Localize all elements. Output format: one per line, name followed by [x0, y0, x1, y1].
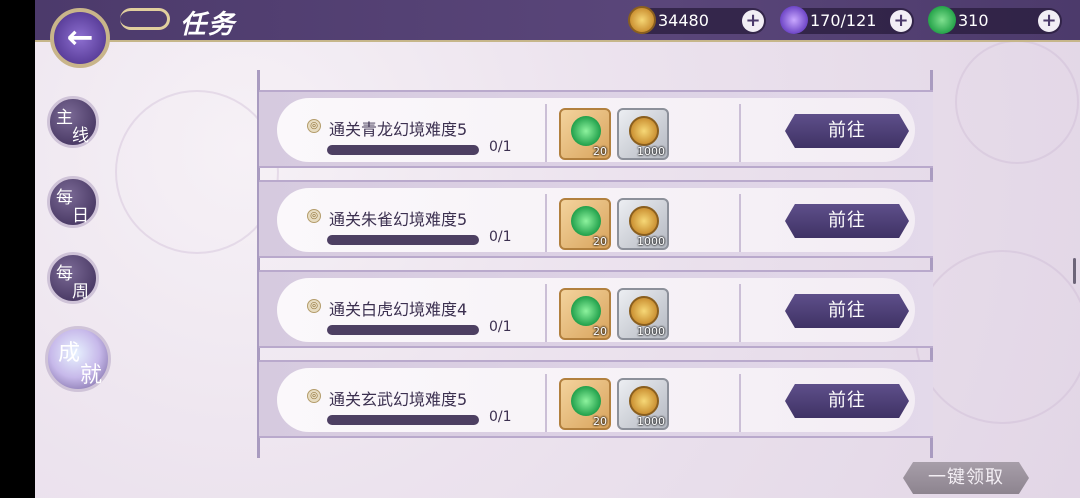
divider: [545, 374, 547, 432]
tab-weekly[interactable]: 每 周: [47, 252, 99, 304]
task-card: ◎ 通关青龙幻境难度5 0/1 20 1000 前往: [277, 98, 915, 162]
reward-coin[interactable]: 1000: [617, 108, 669, 160]
reward-coin[interactable]: 1000: [617, 378, 669, 430]
spirit-value: 170/121: [810, 11, 877, 30]
task-row: ◎ 通关玄武幻境难度5 0/1 20 1000 前往: [259, 360, 933, 438]
reward-qty: 20: [593, 325, 607, 338]
divider: [545, 194, 547, 252]
jade-icon: [571, 386, 601, 416]
coin-value: 34480: [658, 11, 709, 30]
coin-icon: [628, 6, 656, 34]
jade-icon: [571, 116, 601, 146]
task-name: 通关朱雀幻境难度5: [329, 210, 468, 229]
spirit-counter: 170/121 +: [780, 6, 914, 34]
reward-qty: 1000: [637, 415, 665, 428]
page-title: 任务: [180, 10, 237, 40]
reward-jade[interactable]: 20: [559, 108, 611, 160]
coin-icon: [629, 116, 659, 146]
go-button[interactable]: 前往: [785, 384, 909, 418]
go-button[interactable]: 前往: [785, 204, 909, 238]
background-decoration: [915, 250, 1080, 424]
top-bar: 任务 34480 + 170/121 + 310 +: [35, 0, 1080, 42]
tab-label-char: 日: [72, 206, 89, 226]
task-card: ◎ 通关白虎幻境难度4 0/1 20 1000 前往: [277, 278, 915, 342]
tab-label-char: 成: [58, 341, 81, 366]
reward-jade[interactable]: 20: [559, 288, 611, 340]
go-button[interactable]: 前往: [785, 114, 909, 148]
task-bullet-icon: ◎: [307, 299, 321, 313]
divider: [739, 194, 741, 252]
reward-qty: 1000: [637, 235, 665, 248]
tab-label-char: 线: [72, 126, 89, 146]
reward-jade[interactable]: 20: [559, 378, 611, 430]
jade-counter: 310 +: [928, 6, 1062, 34]
divider: [545, 284, 547, 342]
tab-achievement[interactable]: 成 就: [45, 326, 111, 392]
divider: [545, 104, 547, 162]
reward-qty: 1000: [637, 325, 665, 338]
coin-icon: [629, 386, 659, 416]
coin-icon: [629, 206, 659, 236]
task-bullet-icon: ◎: [307, 209, 321, 223]
tab-main[interactable]: 主 线: [47, 96, 99, 148]
reward-qty: 1000: [637, 145, 665, 158]
reward-jade[interactable]: 20: [559, 198, 611, 250]
jade-icon: [571, 296, 601, 326]
tab-label-char: 就: [80, 363, 103, 388]
task-name: 通关白虎幻境难度4: [329, 300, 468, 319]
progress-bar: [327, 415, 479, 425]
add-jade-button[interactable]: +: [1038, 10, 1060, 32]
coin-counter: 34480 +: [628, 6, 766, 34]
progress-bar: [327, 325, 479, 335]
add-coin-button[interactable]: +: [742, 10, 764, 32]
reward-qty: 20: [593, 235, 607, 248]
reward-coin[interactable]: 1000: [617, 288, 669, 340]
progress-text: 0/1: [489, 409, 512, 425]
jade-icon: [928, 6, 956, 34]
go-button[interactable]: 前往: [785, 294, 909, 328]
task-row: ◎ 通关白虎幻境难度4 0/1 20 1000 前往: [259, 270, 933, 348]
task-bullet-icon: ◎: [307, 389, 321, 403]
jade-value: 310: [958, 11, 989, 30]
divider: [739, 104, 741, 162]
task-card: ◎ 通关玄武幻境难度5 0/1 20 1000 前往: [277, 368, 915, 432]
progress-text: 0/1: [489, 229, 512, 245]
jade-icon: [571, 206, 601, 236]
tab-label-char: 每: [56, 264, 73, 284]
tab-label-char: 主: [56, 108, 73, 128]
spirit-flame-icon: [780, 6, 808, 34]
tab-daily[interactable]: 每 日: [47, 176, 99, 228]
claim-all-button[interactable]: 一键领取: [903, 462, 1029, 494]
task-name: 通关青龙幻境难度5: [329, 120, 468, 139]
progress-bar: [327, 235, 479, 245]
progress-text: 0/1: [489, 319, 512, 335]
tab-label-char: 周: [72, 282, 89, 302]
task-card: ◎ 通关朱雀幻境难度5 0/1 20 1000 前往: [277, 188, 915, 252]
reward-qty: 20: [593, 415, 607, 428]
back-button[interactable]: ←: [50, 8, 110, 68]
progress-bar: [327, 145, 479, 155]
background-decoration: [115, 90, 279, 254]
task-row: ◎ 通关朱雀幻境难度5 0/1 20 1000 前往: [259, 180, 933, 258]
background-decoration: [955, 40, 1079, 164]
scrollbar[interactable]: [1073, 258, 1076, 284]
task-row: ◎ 通关青龙幻境难度5 0/1 20 1000 前往: [259, 90, 933, 168]
reward-qty: 20: [593, 145, 607, 158]
task-screen: 任务 34480 + 170/121 + 310 + ← 主 线 每 日 每 周…: [35, 0, 1080, 498]
progress-text: 0/1: [489, 139, 512, 155]
add-spirit-button[interactable]: +: [890, 10, 912, 32]
coin-icon: [629, 296, 659, 326]
tab-label-char: 每: [56, 188, 73, 208]
divider: [739, 374, 741, 432]
divider: [739, 284, 741, 342]
reward-coin[interactable]: 1000: [617, 198, 669, 250]
task-bullet-icon: ◎: [307, 119, 321, 133]
task-name: 通关玄武幻境难度5: [329, 390, 468, 409]
title-ornament-icon: [120, 8, 170, 30]
